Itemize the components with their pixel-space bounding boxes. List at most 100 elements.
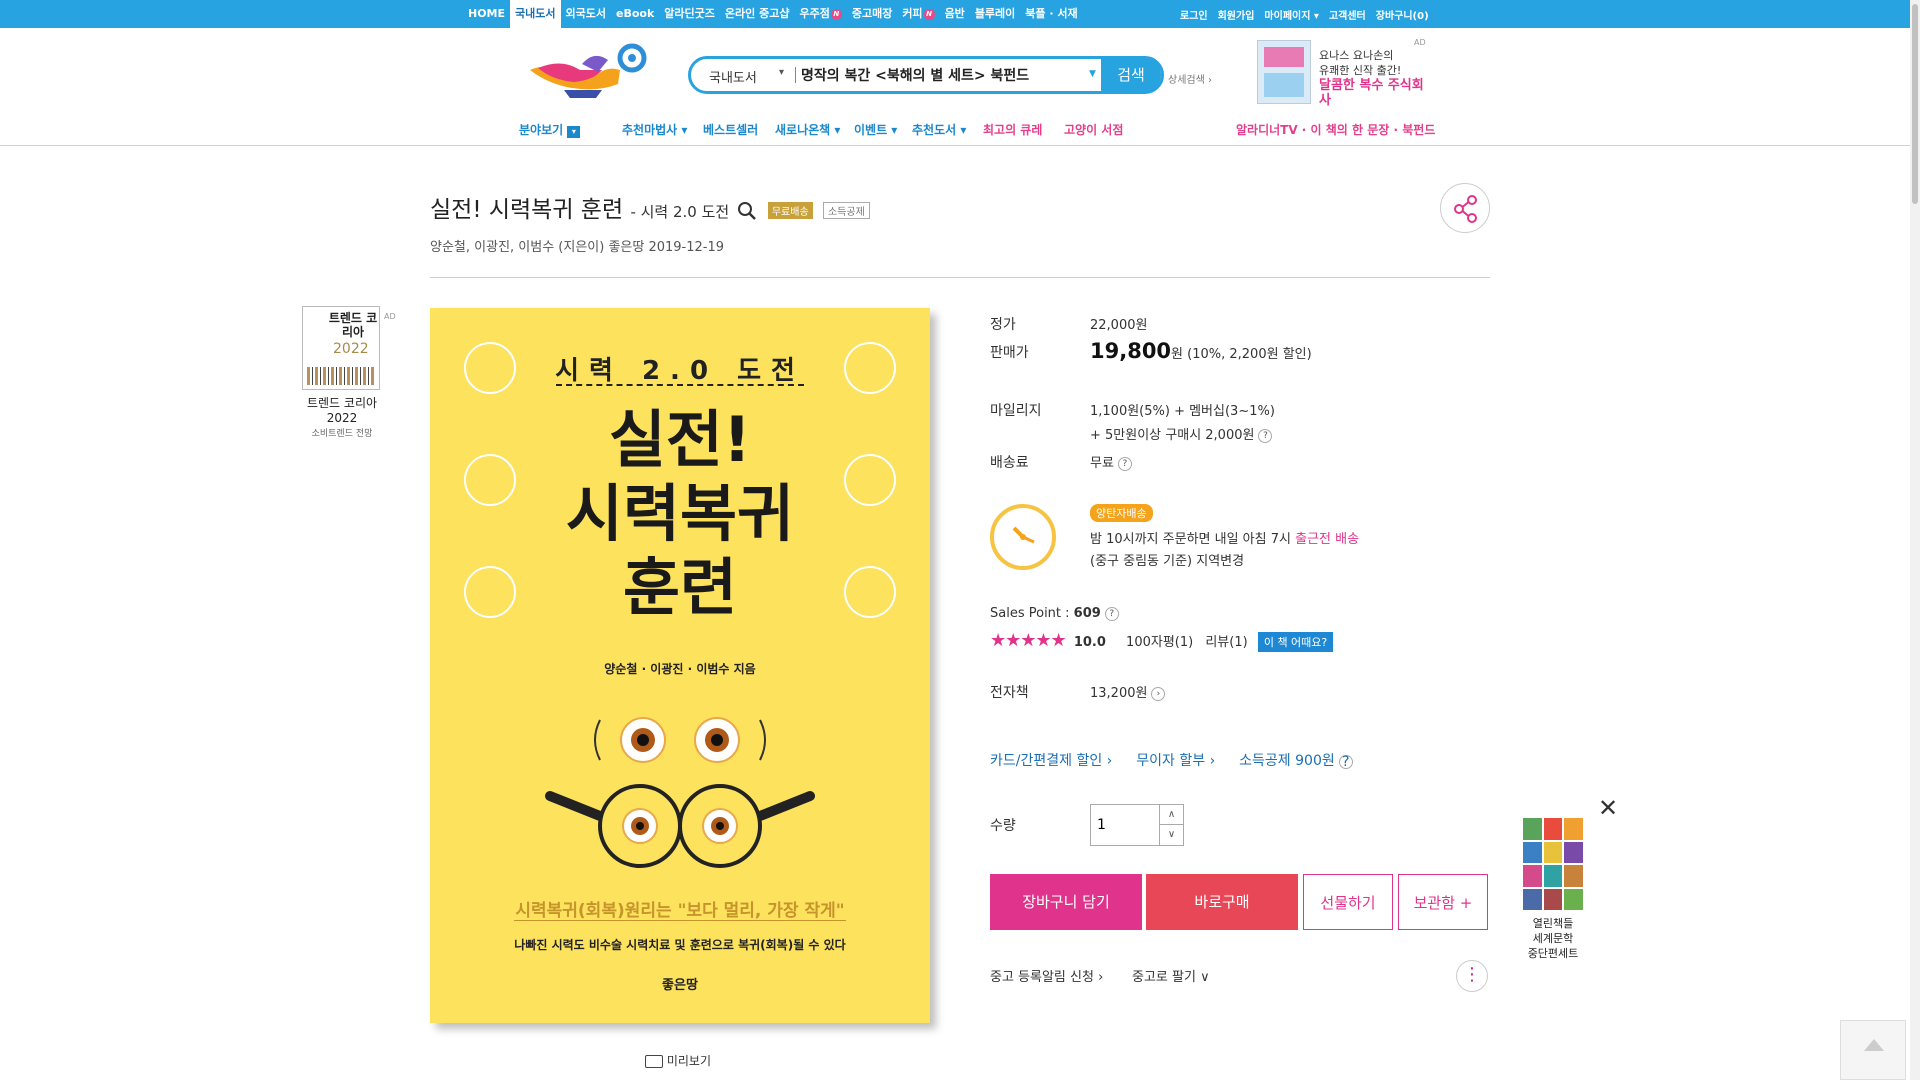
- support-link[interactable]: 고객센터: [1324, 7, 1371, 22]
- ebook-value[interactable]: 13,200원 ›: [1090, 682, 1166, 701]
- nav-ujujeom-label: 우주점: [799, 7, 830, 20]
- ebook-price: 13,200원: [1090, 686, 1148, 701]
- header-divider: [0, 145, 1920, 146]
- book-cover[interactable]: 시력 2.0 도전 실전! 시력복귀 훈련 양순철 · 이광진 · 이범수 지음…: [430, 308, 930, 1023]
- nav-home[interactable]: HOME: [463, 0, 510, 28]
- search-input[interactable]: [801, 63, 1061, 87]
- right-ad[interactable]: 열린책들 세계문학 중단편세트: [1518, 818, 1588, 961]
- more-options-button[interactable]: ⋮: [1456, 960, 1488, 992]
- left-ad[interactable]: 트렌드 코리아 2022 트렌드 코리아 2022 소비트렌드 전망 AD: [302, 306, 396, 439]
- payment-links-row: 카드/간편결제 할인 › 무이자 할부 › 소득공제 900원?: [990, 750, 1490, 770]
- add-to-cart-button[interactable]: 장바구니 담기: [990, 874, 1142, 930]
- subnav-item-new-books[interactable]: 새로나온책 ▾: [775, 121, 840, 138]
- preview-button[interactable]: 미리보기: [645, 1052, 711, 1069]
- speaker-circle-icon: [464, 454, 516, 506]
- subnav-item-cat-bookstore[interactable]: 고양이 서점: [1064, 121, 1123, 138]
- review-link[interactable]: 리뷰(1): [1205, 635, 1247, 650]
- cover-authors: 양순철 · 이광진 · 이범수 지음: [604, 662, 756, 676]
- nav-bluray[interactable]: 블루레이: [970, 0, 1020, 28]
- field-view-button[interactable]: 분야보기 ▾: [519, 121, 581, 138]
- new-badge: N: [830, 8, 842, 20]
- login-link[interactable]: 로그인: [1175, 7, 1213, 22]
- quantity-input[interactable]: [1097, 814, 1157, 836]
- ad-book-cover: 트렌드 코리아 2022: [302, 306, 380, 390]
- subnav-item-bestseller[interactable]: 베스트셀러: [703, 121, 758, 138]
- nav-music[interactable]: 음반: [940, 0, 970, 28]
- dawn-line1: 밤 10시까지 주문하면 내일 아침 7시 출근전 배송: [1090, 528, 1359, 547]
- nav-goods[interactable]: 알라딘굿즈: [659, 0, 720, 28]
- buy-now-button[interactable]: 바로구매: [1146, 874, 1298, 930]
- short-review-link[interactable]: 100자평(1): [1126, 635, 1193, 650]
- author-publisher-line[interactable]: 양순철, 이광진, 이범수 (지은이) 좋은땅 2019-12-19: [430, 236, 724, 255]
- chevron-down-icon[interactable]: ▾: [779, 67, 784, 78]
- nav-ujujeom[interactable]: 우주점 N: [794, 0, 846, 28]
- eye-circle-icon: [464, 342, 516, 394]
- scrollbar-thumb[interactable]: [1912, 4, 1918, 204]
- nav-coffee[interactable]: 커피 N: [897, 0, 939, 28]
- signup-link[interactable]: 회원가입: [1213, 7, 1260, 22]
- cart-link[interactable]: 장바구니(0): [1371, 7, 1434, 22]
- cover-tagline: 시력복귀(회복)원리는 "보다 멀리, 가장 작게": [430, 896, 930, 921]
- help-icon[interactable]: ?: [1104, 606, 1119, 621]
- ad-tag: AD: [384, 312, 396, 321]
- new-badge: N: [923, 8, 935, 20]
- nav-ebook[interactable]: eBook: [611, 0, 659, 28]
- ad-text: 요나스 요나손의 유쾌한 신작 출간! 달콤한 복수 주식회사: [1319, 48, 1427, 108]
- search-category-select[interactable]: 국내도서: [709, 67, 757, 86]
- cover-tagline2: 나빠진 시력도 비수술 시력치료 및 훈련으로 복귀(회복)될 수 있다: [514, 938, 846, 952]
- ad-book-cover: [1257, 40, 1311, 104]
- quantity-down-button[interactable]: ∨: [1159, 825, 1183, 845]
- installment-link[interactable]: 무이자 할부 ›: [1136, 753, 1215, 769]
- card-discount-link[interactable]: 카드/간편결제 할인 ›: [990, 753, 1112, 769]
- subnav-item-recommended[interactable]: 추천도서 ▾: [912, 121, 966, 138]
- search-button[interactable]: 검색: [1101, 56, 1161, 94]
- tagline-quote: "보다 멀리, 가장 작게": [677, 901, 845, 921]
- nav-used-shop[interactable]: 온라인 중고샵: [720, 0, 795, 28]
- ad-line2: 유쾌한 신작 출간!: [1319, 64, 1402, 77]
- sale-price-number: 19,800: [1090, 339, 1172, 363]
- cover-dash-line: [556, 384, 804, 386]
- nav-foreign-books[interactable]: 외국도서: [561, 0, 611, 28]
- quantity-up-button[interactable]: ∧: [1159, 805, 1183, 825]
- help-icon[interactable]: ?: [1258, 428, 1273, 443]
- used-alert-link[interactable]: 중고 등록알림 신청 ›: [990, 966, 1103, 985]
- dawn-line2[interactable]: (중구 중림동 기준) 지역변경: [1090, 550, 1244, 569]
- dawn-badge: 양탄자배송: [1090, 504, 1153, 522]
- subnav-item-events[interactable]: 이벤트 ▾: [854, 121, 897, 138]
- mileage-label: 마일리지: [990, 403, 1042, 419]
- close-icon[interactable]: ✕: [1598, 794, 1618, 822]
- nav-used-store[interactable]: 중고매장: [847, 0, 897, 28]
- search-bar: 국내도서 ▾ ▼: [688, 56, 1164, 94]
- dropdown-arrow-icon[interactable]: ▼: [1089, 69, 1096, 79]
- search-icon[interactable]: [737, 201, 757, 221]
- tax-deduction-link[interactable]: 소득공제 900원: [1239, 753, 1335, 769]
- wishlist-button[interactable]: 보관함 +: [1398, 874, 1488, 930]
- subnav-item-best-curation[interactable]: 최고의 큐레: [983, 121, 1042, 138]
- ebook-label: 전자책: [990, 685, 1029, 701]
- detail-search-link[interactable]: 상세검색 ›: [1168, 71, 1212, 86]
- help-icon[interactable]: ?: [1117, 456, 1132, 471]
- dawn-link[interactable]: 출근전 배송: [1295, 532, 1359, 547]
- rating-row: ★★★★★ 10.0 100자평(1) 리뷰(1) 이 책 어때요?: [990, 630, 1490, 652]
- gift-button[interactable]: 선물하기: [1303, 874, 1393, 930]
- dawn-line1-text: 밤 10시까지 주문하면 내일 아침 7시: [1090, 532, 1291, 547]
- help-icon[interactable]: ?: [1338, 754, 1353, 769]
- field-view-label: 분야보기: [519, 123, 564, 137]
- subnav-right-links[interactable]: 알라디너TV · 이 책의 한 문장 · 북펀드: [1236, 121, 1435, 138]
- scroll-to-top-button[interactable]: [1840, 1020, 1906, 1080]
- sell-used-dropdown[interactable]: 중고로 팔기 ∨: [1132, 966, 1210, 985]
- header-ad[interactable]: 요나스 요나손의 유쾌한 신작 출간! 달콤한 복수 주식회사 AD: [1257, 38, 1427, 108]
- mypage-link[interactable]: 마이페이지 ▾: [1259, 7, 1324, 22]
- share-button[interactable]: [1440, 183, 1490, 233]
- sale-price-unit: 원: [1171, 347, 1184, 362]
- nav-coffee-label: 커피: [902, 7, 923, 20]
- quantity-row: 수량 ∧ ∨: [990, 804, 1490, 846]
- eye-circle-icon: [844, 342, 896, 394]
- nav-domestic-books[interactable]: 국내도서: [510, 0, 561, 28]
- nav-bookple[interactable]: 북플 · 서재: [1020, 0, 1082, 28]
- chevron-right-icon[interactable]: ›: [1151, 686, 1166, 701]
- how-is-this-book-button[interactable]: 이 책 어때요?: [1257, 632, 1334, 652]
- rating-stars: ★★★★★: [990, 630, 1067, 651]
- aladin-logo[interactable]: [528, 40, 652, 100]
- subnav-item-recommend-wizard[interactable]: 추천마법사 ▾: [622, 121, 687, 138]
